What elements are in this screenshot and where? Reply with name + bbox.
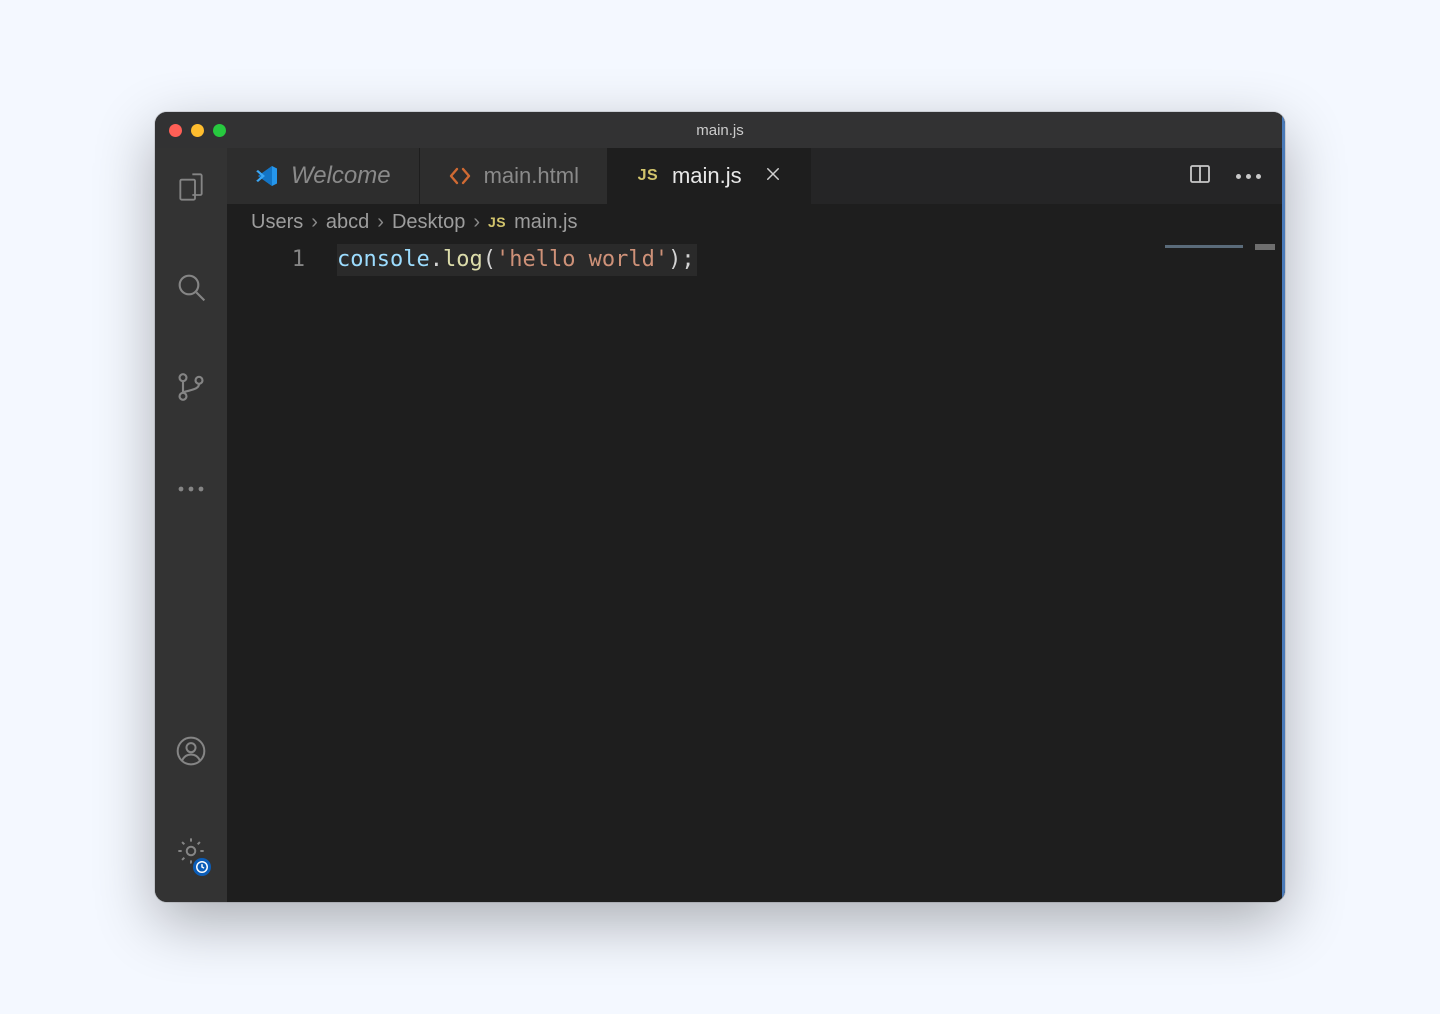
editor-actions	[1164, 148, 1285, 204]
files-icon	[175, 171, 207, 208]
window-maximize-button[interactable]	[213, 124, 226, 137]
traffic-lights	[169, 124, 226, 137]
breadcrumb-file-name: main.js	[514, 211, 577, 234]
code-editor[interactable]: 1 console.log('hello world');	[227, 240, 1285, 902]
breadcrumbs[interactable]: Users › abcd › Desktop › JS main.js	[227, 204, 1285, 240]
clock-badge-icon	[191, 856, 213, 878]
line-number: 1	[227, 244, 337, 276]
breadcrumb-segment[interactable]: Users	[251, 211, 303, 234]
tab-main-js[interactable]: JS main.js	[608, 148, 811, 204]
close-icon[interactable]	[754, 163, 782, 189]
activity-source-control[interactable]	[155, 362, 227, 416]
minimap[interactable]	[1165, 244, 1275, 252]
minimap-line	[1165, 245, 1243, 248]
code-content[interactable]: console.log('hello world');	[337, 240, 1285, 276]
vscode-icon	[255, 164, 279, 188]
code-line[interactable]: console.log('hello world');	[337, 244, 697, 276]
window-close-button[interactable]	[169, 124, 182, 137]
window-body: Welcome main.html JS main.js	[155, 148, 1285, 902]
editor-group: Welcome main.html JS main.js	[227, 148, 1285, 902]
line-gutter: 1	[227, 240, 337, 276]
tab-bar: Welcome main.html JS main.js	[227, 148, 1285, 204]
gear-icon	[175, 835, 207, 872]
tab-welcome[interactable]: Welcome	[227, 148, 420, 204]
chevron-right-icon: ›	[311, 211, 318, 234]
js-file-icon: JS	[636, 164, 660, 188]
person-icon	[175, 735, 207, 772]
window-minimize-button[interactable]	[191, 124, 204, 137]
window-title: main.js	[696, 122, 744, 139]
git-branch-icon	[175, 371, 207, 408]
titlebar: main.js	[155, 112, 1285, 148]
tab-main-html[interactable]: main.html	[420, 148, 608, 204]
editor-window: main.js	[155, 112, 1285, 902]
tab-label: main.js	[672, 163, 742, 189]
split-editor-button[interactable]	[1188, 162, 1212, 191]
chevron-right-icon: ›	[377, 211, 384, 234]
more-actions-button[interactable]	[1236, 174, 1261, 179]
search-icon	[175, 271, 207, 308]
breadcrumb-segment[interactable]: Desktop	[392, 211, 465, 234]
activity-settings[interactable]	[155, 826, 227, 880]
ellipsis-icon	[177, 480, 205, 498]
html-brackets-icon	[448, 164, 472, 188]
breadcrumb-segment[interactable]: abcd	[326, 211, 369, 234]
tab-label: main.html	[484, 163, 579, 189]
activity-explorer[interactable]	[155, 162, 227, 216]
activity-accounts[interactable]	[155, 726, 227, 780]
activity-more[interactable]	[155, 462, 227, 516]
chevron-right-icon: ›	[473, 211, 480, 234]
breadcrumb-file[interactable]: JS main.js	[488, 211, 577, 234]
tab-label: Welcome	[291, 162, 391, 190]
activity-search[interactable]	[155, 262, 227, 316]
activity-bar	[155, 148, 227, 902]
minimap-scroll-thumb[interactable]	[1255, 244, 1275, 250]
js-file-icon: JS	[488, 214, 506, 230]
